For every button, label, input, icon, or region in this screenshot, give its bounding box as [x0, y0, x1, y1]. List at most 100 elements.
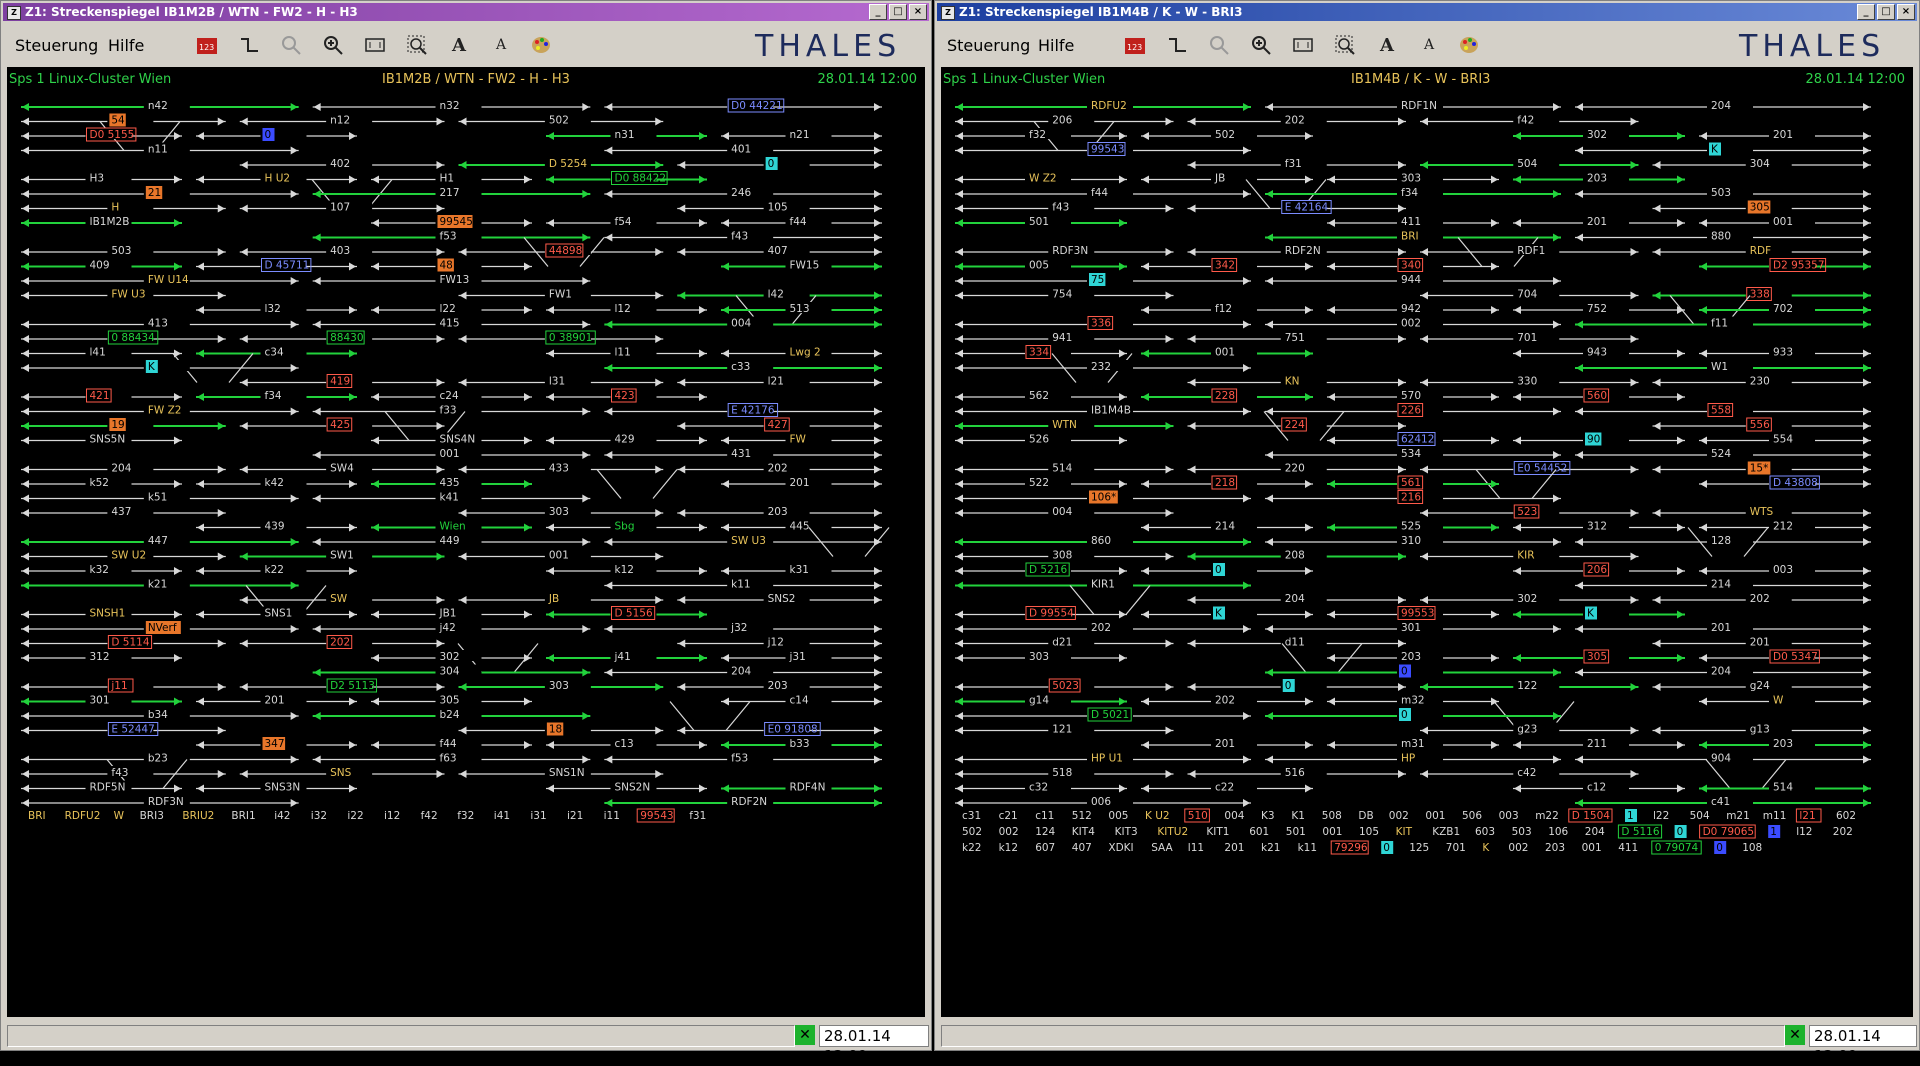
maximize-button[interactable]: □	[889, 4, 907, 20]
signal-icon	[22, 538, 29, 546]
signal-icon	[22, 364, 29, 372]
train-numbers-icon[interactable]: 123	[195, 33, 219, 57]
signal-icon	[1266, 625, 1273, 633]
signal-icon	[678, 378, 686, 387]
minimize-button[interactable]: _	[869, 4, 887, 20]
signal-icon	[1863, 262, 1870, 271]
track-label: i32	[311, 810, 327, 822]
signal-icon	[1677, 393, 1684, 401]
signal-icon	[22, 320, 29, 329]
signal-icon	[1305, 610, 1312, 619]
signal-icon	[874, 248, 881, 256]
signal-icon	[547, 523, 554, 532]
signal-icon	[1863, 538, 1870, 546]
track-label: 933	[1773, 347, 1793, 359]
titlebar-left[interactable]: Z Z1: Streckenspiegel IB1M2B / WTN - FW2…	[3, 3, 929, 21]
signal-icon	[956, 291, 963, 300]
signal-icon	[197, 480, 204, 488]
track-plan-right[interactable]: RDFU2 RDF1N 204206 202 f42f32 502 302 20199543 K…	[941, 67, 1913, 1017]
signal-icon	[722, 306, 729, 314]
app-icon[interactable]: Z	[941, 6, 955, 20]
signal-icon	[174, 654, 181, 662]
status-ok-icon[interactable]: ✕	[1785, 1025, 1805, 1045]
track-label: g23	[1517, 724, 1537, 736]
track-label: 445	[790, 521, 810, 533]
app-icon[interactable]: Z	[7, 6, 21, 20]
zoom-area-icon[interactable]	[1333, 33, 1357, 57]
signal-icon	[217, 248, 225, 256]
zoom-out-icon[interactable]	[279, 33, 303, 57]
signal-icon	[874, 132, 881, 140]
signal-icon	[1119, 654, 1126, 662]
signal-icon	[722, 523, 729, 532]
menu-steuerung[interactable]: Steuerung	[15, 36, 98, 55]
menu-steuerung[interactable]: Steuerung	[947, 36, 1030, 55]
area-label: BRI	[1401, 231, 1419, 243]
close-button[interactable]: ×	[909, 4, 927, 20]
track-label: f43	[1052, 202, 1069, 214]
signal-icon	[956, 364, 963, 372]
signal-icon	[436, 552, 444, 561]
track-end-icon[interactable]	[1165, 33, 1189, 57]
track-label: f44	[440, 738, 457, 750]
signal-icon	[313, 668, 321, 677]
signal-icon	[582, 712, 590, 720]
minimize-button[interactable]: _	[1857, 4, 1875, 20]
signal-icon	[1421, 596, 1428, 604]
maximize-button[interactable]: □	[1877, 4, 1895, 20]
signal-icon	[1863, 219, 1870, 227]
track-label: 128	[1711, 535, 1731, 547]
menu-hilfe[interactable]: Hilfe	[108, 36, 144, 55]
status-ok-icon[interactable]: ✕	[795, 1025, 815, 1045]
signal-icon	[22, 248, 29, 256]
signal-icon	[313, 320, 321, 329]
font-smaller-icon[interactable]: A	[489, 33, 513, 57]
font-larger-icon[interactable]: A	[447, 33, 471, 57]
signal-icon	[655, 378, 663, 387]
zoom-area-icon[interactable]	[405, 33, 429, 57]
signal-icon	[874, 451, 881, 459]
train-number: 0 88434	[111, 332, 155, 344]
signal-icon	[874, 103, 881, 111]
track-label: m22	[1535, 810, 1559, 822]
signal-icon	[1863, 306, 1870, 314]
signal-icon	[240, 378, 248, 387]
signal-icon	[1514, 654, 1521, 662]
train-numbers-icon[interactable]: 123	[1123, 33, 1147, 57]
track-label: KIT1	[1206, 826, 1229, 838]
palette-icon[interactable]	[529, 33, 553, 57]
fit-icon[interactable]	[363, 33, 387, 57]
signal-icon	[547, 567, 554, 575]
track-label: 202	[1215, 695, 1235, 707]
palette-icon[interactable]	[1457, 33, 1481, 57]
track-label: b24	[440, 709, 460, 721]
menubar-right: Steuerung Hilfe 123 A A THALES	[937, 23, 1917, 65]
zoom-in-icon[interactable]	[321, 33, 345, 57]
titlebar-right[interactable]: Z Z1: Streckenspiegel IB1M4B / K - W - B…	[937, 3, 1917, 21]
track-label: g14	[1029, 695, 1049, 707]
track-label: 411	[1401, 216, 1421, 228]
signal-icon	[524, 697, 531, 706]
area-label: K	[1482, 842, 1490, 854]
zoom-out-icon[interactable]	[1207, 33, 1231, 57]
area-label: SW U3	[731, 535, 766, 547]
signal-icon	[1305, 349, 1312, 358]
track-end-icon[interactable]	[237, 33, 261, 57]
track-label: 504	[1690, 810, 1710, 822]
fit-icon[interactable]	[1291, 33, 1315, 57]
signal-icon	[547, 132, 554, 140]
signal-icon	[956, 770, 963, 778]
track-label: f32	[1029, 129, 1046, 141]
signal-icon	[1142, 567, 1149, 575]
signal-icon	[605, 320, 613, 329]
close-button[interactable]: ×	[1897, 4, 1915, 20]
font-smaller-icon[interactable]: A	[1417, 33, 1441, 57]
signal-icon	[1576, 407, 1583, 416]
zoom-in-icon[interactable]	[1249, 33, 1273, 57]
track-label: 21	[148, 187, 161, 199]
menu-hilfe[interactable]: Hilfe	[1038, 36, 1074, 55]
track-label: 204	[111, 463, 131, 475]
font-larger-icon[interactable]: A	[1375, 33, 1399, 57]
signal-icon	[372, 741, 379, 749]
track-plan-left[interactable]: n42 n32 D0 44221 54 n12 502 D0 5155 0 n31 n21 n11 4…	[7, 67, 925, 1017]
